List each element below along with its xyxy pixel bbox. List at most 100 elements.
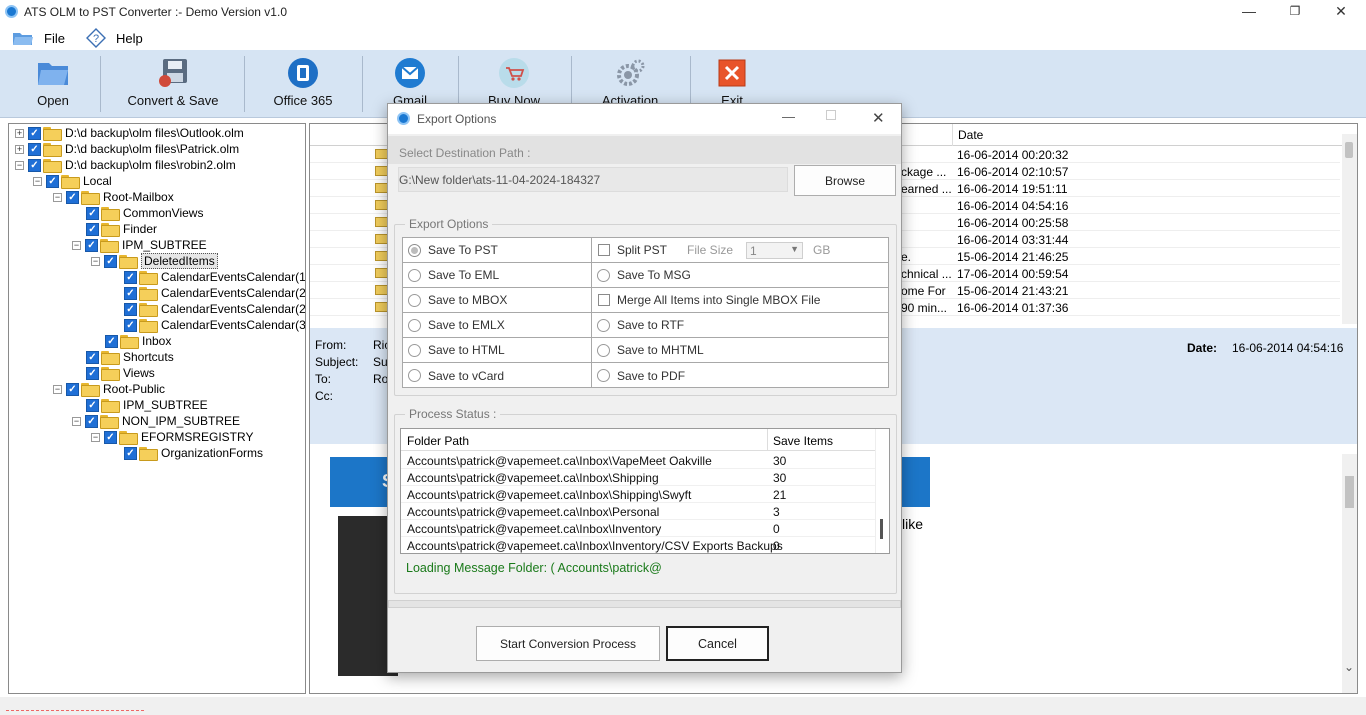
checked-icon[interactable]: ✓: [124, 446, 137, 460]
scrollbar-thumb[interactable]: [1345, 142, 1353, 158]
checked-icon[interactable]: ✓: [66, 190, 79, 204]
tree-item-commonviews[interactable]: ✓ CommonViews: [86, 205, 203, 221]
radio-icon[interactable]: [408, 293, 421, 307]
radio-icon[interactable]: [597, 343, 610, 357]
tree-item-patrick-olm[interactable]: + ✓ D:\d backup\olm files\Patrick.olm: [15, 141, 239, 157]
close-icon[interactable]: ✕: [872, 109, 885, 127]
message-list-scrollbar[interactable]: [1342, 134, 1357, 324]
checked-icon[interactable]: ✓: [104, 254, 117, 268]
checked-icon[interactable]: ✓: [86, 350, 99, 364]
tree-item-ipm-subtree[interactable]: − ✓ IPM_SUBTREE: [72, 237, 207, 253]
collapse-icon[interactable]: −: [53, 384, 62, 394]
checked-icon[interactable]: ✓: [124, 286, 137, 300]
minimize-icon[interactable]: —: [782, 109, 795, 124]
save-to-pdf-option[interactable]: Save to PDF: [592, 363, 888, 388]
scrollbar-thumb[interactable]: [880, 519, 883, 539]
cancel-button[interactable]: Cancel: [666, 626, 769, 661]
collapse-icon[interactable]: −: [53, 192, 62, 202]
tree-item-calendar-1[interactable]: ✓ CalendarEventsCalendar(1): [124, 269, 305, 285]
tree-item-organizationforms[interactable]: ✓ OrganizationForms: [124, 445, 263, 461]
open-button[interactable]: Open: [18, 50, 88, 116]
radio-icon[interactable]: [597, 369, 610, 382]
save-to-rtf-option[interactable]: Save to RTF: [592, 313, 888, 338]
split-pst-checkbox[interactable]: [598, 244, 610, 256]
date-column-header[interactable]: Date: [958, 128, 983, 142]
minimize-icon[interactable]: —: [1236, 2, 1262, 22]
checked-icon[interactable]: ✓: [86, 398, 99, 412]
checked-icon[interactable]: ✓: [28, 142, 41, 156]
checked-icon[interactable]: ✓: [124, 318, 137, 332]
tree-item-calendar-3[interactable]: ✓ CalendarEventsCalendar(3): [124, 317, 305, 333]
tree-item-local[interactable]: − ✓ Local: [33, 173, 112, 189]
tree-item-calendar-2-1[interactable]: ✓ CalendarEventsCalendar(2)1: [124, 301, 305, 317]
collapse-icon[interactable]: −: [91, 256, 100, 266]
tree-item-views[interactable]: ✓ Views: [86, 365, 155, 381]
process-table-scrollbar[interactable]: [875, 429, 889, 553]
checked-icon[interactable]: ✓: [104, 430, 117, 444]
collapse-icon[interactable]: −: [33, 176, 42, 186]
browse-button[interactable]: Browse: [794, 165, 896, 196]
destination-path-field[interactable]: G:\New folder\ats-11-04-2024-184327: [398, 167, 788, 192]
checked-icon[interactable]: ✓: [28, 158, 41, 172]
checked-icon[interactable]: ✓: [105, 334, 118, 348]
checked-icon[interactable]: ✓: [124, 270, 137, 284]
close-icon[interactable]: ✕: [1328, 2, 1354, 22]
tree-item-calendar-2[interactable]: ✓ CalendarEventsCalendar(2): [124, 285, 305, 301]
menu-help[interactable]: ? Help: [86, 28, 143, 48]
split-pst-option[interactable]: Split PST File Size 1 ▼ GB: [592, 238, 888, 263]
save-to-msg-option[interactable]: Save To MSG: [592, 263, 888, 288]
scroll-down-icon[interactable]: ⌄: [1344, 660, 1354, 674]
scrollbar-thumb[interactable]: [1345, 476, 1354, 508]
tree-item-outlook-olm[interactable]: + ✓ D:\d backup\olm files\Outlook.olm: [15, 125, 244, 141]
tree-item-finder[interactable]: ✓ Finder: [86, 221, 157, 237]
checked-icon[interactable]: ✓: [85, 414, 98, 428]
tree-item-deleteditems[interactable]: − ✓ DeletedItems: [91, 253, 218, 269]
radio-icon[interactable]: [408, 318, 421, 332]
checked-icon[interactable]: ✓: [28, 126, 41, 140]
save-to-pst-option[interactable]: Save To PST: [403, 238, 591, 263]
office365-button[interactable]: Office 365: [268, 50, 338, 116]
merge-mbox-option[interactable]: Merge All Items into Single MBOX File: [592, 288, 888, 313]
save-to-vcard-option[interactable]: Save to vCard: [403, 363, 591, 388]
collapse-icon[interactable]: −: [72, 240, 81, 250]
tree-item-non-ipm-subtree[interactable]: − ✓ NON_IPM_SUBTREE: [72, 413, 240, 429]
preview-scrollbar[interactable]: ⌄: [1342, 454, 1357, 693]
save-to-mhtml-option[interactable]: Save to MHTML: [592, 338, 888, 363]
expand-icon[interactable]: +: [15, 144, 24, 154]
tree-item-root-public[interactable]: − ✓ Root-Public: [53, 381, 165, 397]
checked-icon[interactable]: ✓: [85, 238, 98, 252]
checked-icon[interactable]: ✓: [86, 366, 99, 380]
radio-icon[interactable]: [408, 369, 421, 382]
merge-mbox-checkbox[interactable]: [598, 294, 610, 306]
collapse-icon[interactable]: −: [72, 416, 81, 426]
start-conversion-button[interactable]: Start Conversion Process: [476, 626, 660, 661]
collapse-icon[interactable]: −: [91, 432, 100, 442]
tree-item-eformsregistry[interactable]: − ✓ EFORMSREGISTRY: [91, 429, 253, 445]
menu-file[interactable]: File: [12, 28, 65, 48]
tree-item-root-mailbox[interactable]: − ✓ Root-Mailbox: [53, 189, 174, 205]
tree-item-inbox[interactable]: ✓ Inbox: [105, 333, 171, 349]
checked-icon[interactable]: ✓: [66, 382, 79, 396]
tree-item-robin2-olm[interactable]: − ✓ D:\d backup\olm files\robin2.olm: [15, 157, 236, 173]
checked-icon[interactable]: ✓: [124, 302, 137, 316]
collapse-icon[interactable]: −: [15, 160, 24, 170]
checked-icon[interactable]: ✓: [46, 174, 59, 188]
checked-icon[interactable]: ✓: [86, 206, 99, 220]
radio-icon[interactable]: [597, 318, 610, 332]
open-label: Open: [37, 93, 69, 108]
save-to-html-option[interactable]: Save to HTML: [403, 338, 591, 363]
tree-item-ipm-subtree-public[interactable]: ✓ IPM_SUBTREE: [86, 397, 208, 413]
radio-selected-icon[interactable]: [408, 243, 421, 257]
file-size-select[interactable]: 1 ▼: [746, 241, 804, 259]
expand-icon[interactable]: +: [15, 128, 24, 138]
save-to-mbox-option[interactable]: Save to MBOX: [403, 288, 591, 313]
save-to-emlx-option[interactable]: Save to EMLX: [403, 313, 591, 338]
tree-item-shortcuts[interactable]: ✓ Shortcuts: [86, 349, 174, 365]
radio-icon[interactable]: [408, 343, 421, 357]
restore-icon[interactable]: ❐: [1282, 2, 1308, 22]
radio-icon[interactable]: [408, 268, 421, 282]
convert-save-button[interactable]: Convert & Save: [125, 50, 221, 116]
checked-icon[interactable]: ✓: [86, 222, 99, 236]
radio-icon[interactable]: [597, 268, 610, 282]
save-to-eml-option[interactable]: Save To EML: [403, 263, 591, 288]
